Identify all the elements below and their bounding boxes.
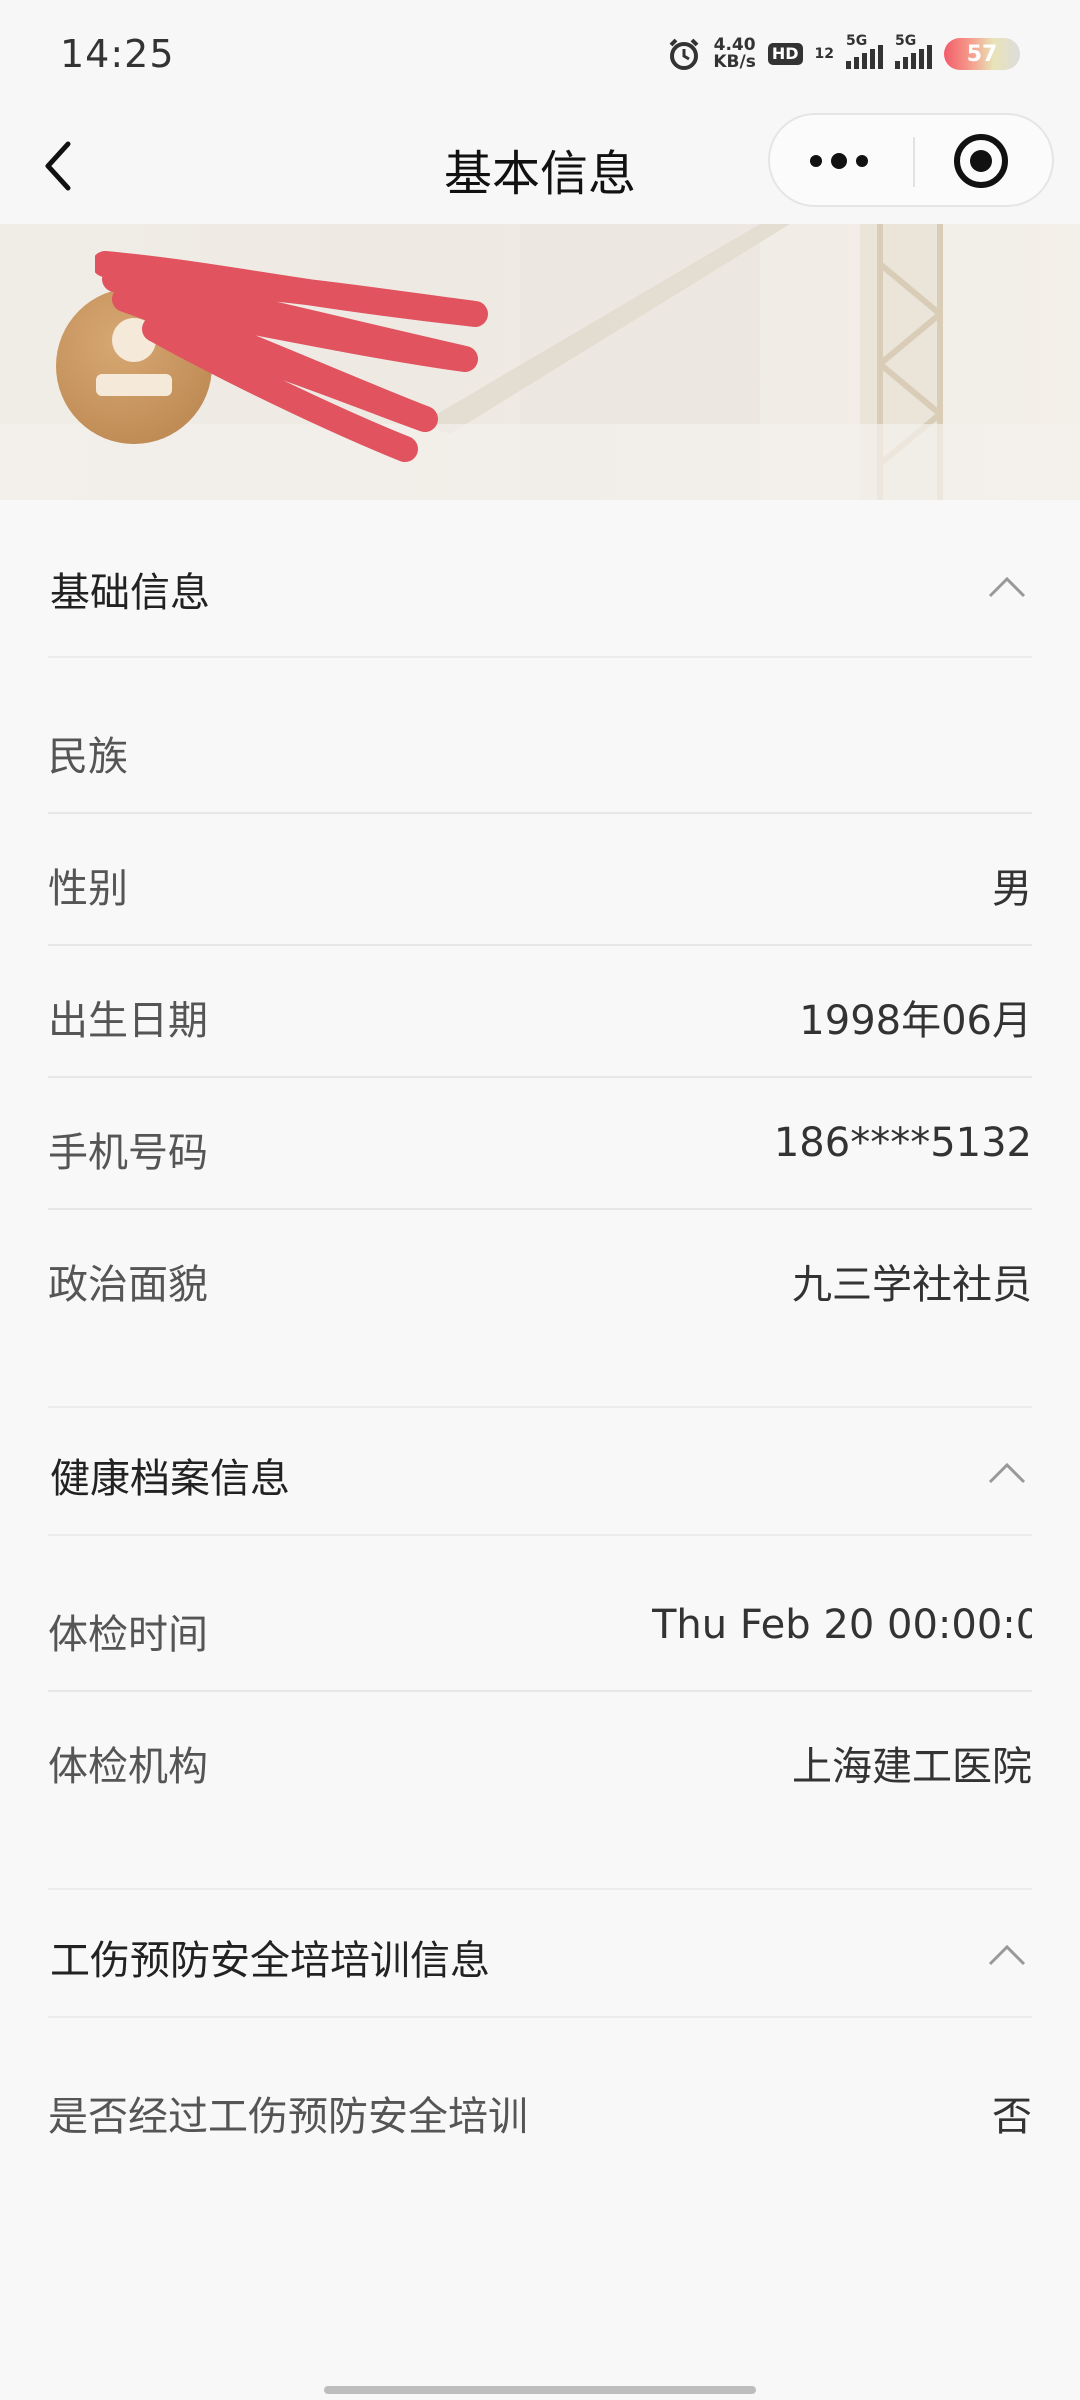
mini-program-capsule — [768, 113, 1054, 207]
row-value: 九三学社社员 — [792, 1262, 1032, 1308]
more-button[interactable] — [770, 115, 913, 205]
row-label: 民族 — [48, 734, 128, 780]
signal-icon: 5G — [895, 33, 932, 69]
row-value: 1998年06月 — [799, 998, 1032, 1044]
profile-banner — [0, 224, 1080, 500]
alarm-icon — [669, 38, 699, 70]
nav-bar: 基本信息 — [0, 112, 1080, 224]
section-title: 工伤预防安全培培训信息 — [50, 1938, 490, 1984]
info-row-gender: 性别 男 — [48, 814, 1032, 946]
chevron-up-icon[interactable] — [988, 1462, 1026, 1484]
section-health-records-body: 体检时间 Thu Feb 20 00:00:00 体检机构 上海建工医院 — [0, 1536, 1080, 1888]
speed-unit: KB/s — [713, 52, 756, 72]
section-safety-training-body: 是否经过工伤预防安全培训 否 — [0, 2018, 1080, 2174]
row-value: 男 — [992, 866, 1032, 912]
section-safety-training-header[interactable]: 工伤预防安全培培训信息 — [48, 1888, 1032, 2018]
home-indicator[interactable] — [324, 2386, 756, 2394]
info-row-phone: 手机号码 186****5132 — [48, 1078, 1032, 1210]
info-row-political-status: 政治面貌 九三学社社员 — [48, 1210, 1032, 1342]
section-title: 健康档案信息 — [50, 1456, 290, 1502]
redaction-scribble — [95, 251, 488, 462]
status-time: 14:25 — [60, 32, 175, 76]
row-label: 手机号码 — [48, 1130, 208, 1176]
info-content: 基础信息 民族 性别 男 出生日期 1998年06月 手机号码 186****5… — [0, 500, 1080, 2174]
target-icon — [954, 134, 1008, 188]
network-speed: 4.40 KB/s — [713, 37, 755, 71]
row-value: Thu Feb 20 00:00:00 — [652, 1602, 1032, 1648]
row-label: 出生日期 — [48, 998, 208, 1044]
signal-icon: 5G — [846, 33, 883, 69]
info-row-birthdate: 出生日期 1998年06月 — [48, 946, 1032, 1078]
row-label: 性别 — [48, 866, 128, 912]
hd-badge: HD — [767, 43, 803, 65]
info-row-exam-institution: 体检机构 上海建工医院 — [48, 1692, 1032, 1824]
row-label: 体检机构 — [48, 1744, 208, 1790]
chevron-up-icon[interactable] — [988, 1944, 1026, 1966]
info-row-exam-time: 体检时间 Thu Feb 20 00:00:00 — [48, 1560, 1032, 1692]
row-label: 政治面貌 — [48, 1262, 208, 1308]
section-basic-info-header[interactable]: 基础信息 — [48, 500, 1032, 658]
chevron-up-icon[interactable] — [988, 576, 1026, 598]
battery-indicator: 57 — [944, 38, 1020, 70]
section-title: 基础信息 — [50, 570, 210, 616]
more-dots-icon — [810, 153, 868, 169]
close-button[interactable] — [915, 115, 1052, 205]
status-bar: 14:25 4.40 KB/s HD 12 5G 5G 57 — [0, 0, 1080, 112]
signal-label: 5G — [895, 33, 917, 49]
signal-label: 5G — [846, 33, 868, 49]
status-icons: 4.40 KB/s HD 12 5G 5G 57 — [667, 33, 1020, 74]
info-row-safety-training: 是否经过工伤预防安全培训 否 — [48, 2042, 1032, 2174]
section-health-records-header[interactable]: 健康档案信息 — [48, 1406, 1032, 1536]
row-value: 否 — [992, 2094, 1032, 2140]
section-basic-info-body: 民族 性别 男 出生日期 1998年06月 手机号码 186****5132 政… — [0, 658, 1080, 1406]
row-label: 体检时间 — [48, 1612, 208, 1658]
hd-sub: 12 — [814, 46, 834, 62]
row-label: 是否经过工伤预防安全培训 — [48, 2094, 528, 2140]
row-value: 186****5132 — [773, 1120, 1032, 1166]
info-row-ethnicity: 民族 — [48, 682, 1032, 814]
row-value: 上海建工医院 — [792, 1744, 1032, 1790]
